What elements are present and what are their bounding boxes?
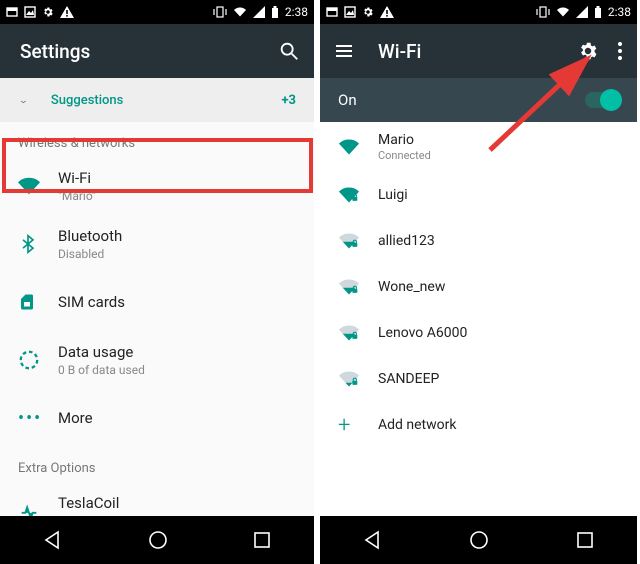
wifi-state-label: On <box>338 91 357 109</box>
vibrate-icon <box>536 6 550 18</box>
battery-icon <box>271 6 279 18</box>
wifi-signal-icon <box>338 323 378 343</box>
wifi-signal-icon <box>338 369 378 389</box>
data-icon <box>18 349 58 371</box>
tesla-title: TeslaCoil <box>58 494 296 512</box>
extra-header: Extra Options <box>0 447 314 482</box>
bluetooth-sub: Disabled <box>58 247 296 261</box>
data-row[interactable]: Data usage 0 B of data used <box>0 331 314 389</box>
wifi-sub: "Mario" <box>58 189 296 203</box>
settings-toolbar: Settings <box>0 24 314 78</box>
home-button[interactable] <box>147 529 169 551</box>
suggestions-count: +3 <box>281 93 296 108</box>
more-title: More <box>58 409 296 427</box>
network-row[interactable]: MarioConnected <box>320 122 637 172</box>
vibrate-icon <box>213 6 227 18</box>
wifi-signal-icon <box>338 277 378 297</box>
add-network-row[interactable]: + Add network <box>320 402 637 448</box>
plus-icon: + <box>338 413 378 438</box>
wifi-status-icon <box>556 6 570 18</box>
tesla-icon <box>18 500 58 516</box>
wifi-signal-icon <box>338 185 378 205</box>
wifi-state-bar: On <box>320 78 637 122</box>
warning-icon <box>380 6 394 18</box>
more-row[interactable]: ••• More <box>0 389 314 447</box>
wifi-title: Wi-Fi <box>58 169 296 187</box>
svg-text:R: R <box>576 7 580 14</box>
data-sub: 0 B of data used <box>58 363 296 377</box>
clock: 2:38 <box>608 5 631 19</box>
network-row[interactable]: Wone_new <box>320 264 637 310</box>
gear-icon <box>42 6 54 18</box>
network-row[interactable]: Luigi <box>320 172 637 218</box>
data-title: Data usage <box>58 343 296 361</box>
network-row[interactable]: Lenovo A6000 <box>320 310 637 356</box>
settings-screen: R 2:38 Settings ⌄ Suggestions +3 Wireles… <box>0 0 317 564</box>
network-name: SANDEEP <box>378 371 439 387</box>
settings-title: Settings <box>20 40 278 63</box>
wifi-row[interactable]: Wi-Fi "Mario" <box>0 157 314 215</box>
nav-bar <box>0 516 314 564</box>
card-icon <box>6 6 18 18</box>
suggestions-row[interactable]: ⌄ Suggestions +3 <box>0 78 314 122</box>
sim-row[interactable]: SIM cards <box>0 273 314 331</box>
back-button[interactable] <box>362 529 384 551</box>
wifi-screen-title: Wi-Fi <box>378 40 577 63</box>
settings-content: ⌄ Suggestions +3 Wireless & networks Wi-… <box>0 78 314 516</box>
gear-icon <box>362 6 374 18</box>
network-name: Luigi <box>378 187 408 203</box>
search-icon[interactable] <box>278 40 300 62</box>
overflow-icon[interactable] <box>617 41 623 61</box>
back-button[interactable] <box>42 529 64 551</box>
add-network-label: Add network <box>378 417 456 433</box>
wifi-icon <box>18 175 58 197</box>
sim-title: SIM cards <box>58 293 296 311</box>
wifi-status-icon <box>233 6 247 18</box>
status-bar: R 2:38 <box>0 0 314 24</box>
recents-button[interactable] <box>252 530 272 550</box>
wifi-toggle[interactable] <box>585 92 619 108</box>
sim-icon <box>18 291 58 313</box>
status-bar: R 2:38 <box>320 0 637 24</box>
svg-text:R: R <box>253 7 257 14</box>
wifi-signal-icon <box>338 137 378 157</box>
bluetooth-row[interactable]: Bluetooth Disabled <box>0 215 314 273</box>
tesla-row[interactable]: TeslaCoilCustomize your device <box>0 482 314 516</box>
card-icon <box>326 6 338 18</box>
wifi-screen: R 2:38 Wi-Fi On MarioConnected Luigi <box>320 0 637 564</box>
more-icon: ••• <box>18 408 58 429</box>
signal-icon: R <box>253 6 265 18</box>
nav-bar <box>320 516 637 564</box>
network-name: Wone_new <box>378 279 445 295</box>
signal-icon: R <box>576 6 588 18</box>
chevron-down-icon: ⌄ <box>18 95 29 106</box>
network-name: allied123 <box>378 233 435 249</box>
wifi-signal-icon <box>338 231 378 251</box>
battery-icon <box>594 6 602 18</box>
network-row[interactable]: SANDEEP <box>320 356 637 402</box>
network-row[interactable]: allied123 <box>320 218 637 264</box>
home-button[interactable] <box>468 529 490 551</box>
suggestions-label: Suggestions <box>51 93 123 108</box>
bluetooth-title: Bluetooth <box>58 227 296 245</box>
network-status: Connected <box>378 149 431 162</box>
clock: 2:38 <box>285 5 308 19</box>
bluetooth-icon <box>18 233 58 255</box>
image-icon <box>344 6 356 18</box>
settings-gear-icon[interactable] <box>577 40 599 62</box>
image-icon <box>24 6 36 18</box>
wifi-list: MarioConnected Luigi allied123 Wone_new … <box>320 122 637 516</box>
network-name: Lenovo A6000 <box>378 325 467 341</box>
recents-button[interactable] <box>575 530 595 550</box>
menu-icon[interactable] <box>334 41 354 61</box>
wireless-header: Wireless & networks <box>0 122 314 157</box>
wifi-toolbar: Wi-Fi <box>320 24 637 78</box>
network-name: Mario <box>378 132 431 148</box>
warning-icon <box>60 6 74 18</box>
